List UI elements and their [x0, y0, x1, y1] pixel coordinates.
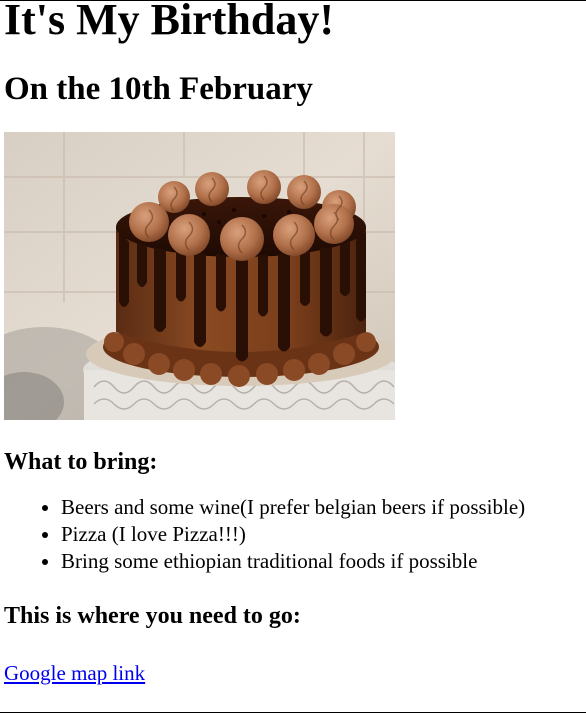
bring-list: Beers and some wine(I prefer belgian bee…	[4, 494, 582, 575]
cake-image	[4, 132, 395, 420]
list-item: Beers and some wine(I prefer belgian bee…	[61, 494, 582, 521]
event-date-heading: On the 10th February	[4, 71, 313, 107]
list-item: Pizza (I love Pizza!!!)	[61, 521, 582, 548]
page-content: It's My Birthday! On the 10th February W…	[0, 0, 586, 686]
google-map-link[interactable]: Google map link	[4, 660, 145, 686]
bring-heading: What to bring:	[4, 449, 158, 475]
location-heading: This is where you need to go:	[4, 603, 301, 629]
page-title: It's My Birthday!	[4, 0, 334, 44]
list-item: Bring some ethiopian traditional foods i…	[61, 548, 582, 575]
